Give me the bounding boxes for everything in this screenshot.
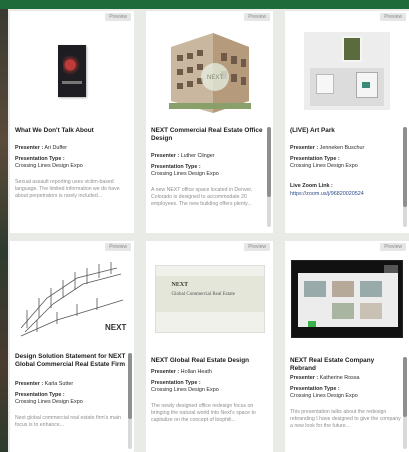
- type-value: Crossing Lines Design Expo: [15, 163, 83, 169]
- presenter-line: Presenter : Luther Clinger: [151, 153, 265, 160]
- presenter-line: Presenter : Hollan Heath: [151, 369, 265, 376]
- presentation-card[interactable]: Preview NEXT Real Estate Company Rebrand…: [285, 241, 409, 452]
- scrollbar-thumb[interactable]: [403, 127, 407, 207]
- left-decorative-strip: [0, 9, 8, 452]
- card-scrollbar[interactable]: [128, 353, 132, 449]
- card-title[interactable]: (LIVE) Art Park: [290, 127, 401, 135]
- presenter-line: Presenter : Karla Sutter: [15, 381, 126, 388]
- gallery-photo-image[interactable]: [285, 21, 409, 121]
- type-value: Crossing Lines Design Expo: [151, 387, 219, 393]
- preview-button[interactable]: Preview: [380, 243, 406, 251]
- title-slide-image[interactable]: NEXT Global Commercial Real Estate: [146, 251, 273, 346]
- card-description: Next global commercial real estate firm'…: [15, 415, 121, 428]
- presenter-label: Presenter :: [15, 381, 44, 387]
- top-header-bar: [0, 0, 409, 9]
- presenter-label: Presenter :: [151, 369, 180, 375]
- scrollbar-thumb[interactable]: [403, 357, 407, 417]
- type-value: Crossing Lines Design Expo: [290, 393, 358, 399]
- type-label: Presentation Type :: [290, 156, 340, 162]
- card-title[interactable]: What We Don't Talk About: [15, 127, 126, 135]
- svg-text:NEXT: NEXT: [105, 323, 126, 332]
- zoom-link[interactable]: https://zoom.us/j/96820020524: [290, 191, 401, 198]
- preview-button[interactable]: Preview: [244, 243, 270, 251]
- presenter-label: Presenter :: [290, 145, 319, 151]
- type-label: Presentation Type :: [151, 380, 201, 386]
- preview-button[interactable]: Preview: [105, 13, 131, 21]
- presenter-line: Presenter : Ari Duffer: [15, 145, 126, 152]
- card-scrollbar[interactable]: [403, 127, 407, 227]
- card-description: This presentation talks about the redesi…: [290, 409, 401, 429]
- presentation-card[interactable]: Preview NEXT Design Solution Statement f…: [10, 241, 134, 452]
- type-label: Presentation Type :: [290, 386, 340, 392]
- presentation-card[interactable]: Preview NEXT NEXT Commercial Real Estate…: [146, 11, 273, 233]
- slide-subtitle: Global Commercial Real Estate: [171, 291, 235, 297]
- architecture-sketch-image[interactable]: NEXT: [10, 251, 134, 346]
- scrollbar-thumb[interactable]: [128, 353, 132, 419]
- type-label: Presentation Type :: [151, 164, 201, 170]
- presenter-label: Presenter :: [151, 153, 180, 159]
- card-title[interactable]: NEXT Commercial Real Estate Office Desig…: [151, 127, 265, 143]
- card-scrollbar[interactable]: [267, 127, 271, 227]
- card-description: A new NEXT office space located in Denve…: [151, 187, 253, 207]
- slide-title: NEXT: [171, 281, 189, 288]
- type-value: Crossing Lines Design Expo: [151, 171, 219, 177]
- presentation-card[interactable]: Preview What We Don't Talk About Present…: [10, 11, 134, 233]
- presenter-name: Karla Sutter: [44, 381, 74, 387]
- book-cover-image[interactable]: [10, 21, 134, 121]
- preview-button[interactable]: Preview: [380, 13, 406, 21]
- preview-button[interactable]: Preview: [105, 243, 131, 251]
- presenter-name: Katherine Rossa: [319, 375, 360, 381]
- type-label: Presentation Type :: [15, 392, 65, 398]
- zoom-link-label: Live Zoom Link :: [290, 183, 333, 189]
- scrollbar-thumb[interactable]: [267, 127, 271, 197]
- card-scrollbar[interactable]: [403, 357, 407, 449]
- presenter-line: Presenter : Jenneken Buschur: [290, 145, 401, 152]
- presenter-name: Hollan Heath: [180, 369, 212, 375]
- card-description: The newly designed office redesign focus…: [151, 403, 256, 423]
- preview-button[interactable]: Preview: [244, 13, 270, 21]
- card-title[interactable]: NEXT Global Real Estate Design: [151, 357, 265, 365]
- presenter-name: Jenneken Buschur: [319, 145, 365, 151]
- card-description: Sexual assault reporting uses victim-bas…: [15, 179, 120, 199]
- presenter-name: Ari Duffer: [44, 145, 68, 151]
- video-call-image[interactable]: [285, 251, 409, 346]
- presenter-label: Presenter :: [290, 375, 319, 381]
- type-value: Crossing Lines Design Expo: [15, 399, 83, 405]
- type-label: Presentation Type :: [15, 156, 65, 162]
- presenter-line: Presenter : Katherine Rossa: [290, 375, 401, 382]
- card-title[interactable]: NEXT Real Estate Company Rebrand: [290, 357, 401, 373]
- svg-text:NEXT: NEXT: [206, 75, 222, 81]
- presenter-name: Luther Clinger: [180, 153, 215, 159]
- presenter-label: Presenter :: [15, 145, 44, 151]
- presentation-grid: Preview What We Don't Talk About Present…: [8, 9, 409, 452]
- building-render-image[interactable]: NEXT: [146, 21, 273, 121]
- type-value: Crossing Lines Design Expo: [290, 163, 358, 169]
- presentation-card[interactable]: Preview NEXT Global Commercial Real Esta…: [146, 241, 273, 452]
- card-title[interactable]: Design Solution Statement for NEXT Globa…: [15, 353, 126, 369]
- presentation-card[interactable]: Preview (LIVE) Art Park Presenter : Jenn…: [285, 11, 409, 233]
